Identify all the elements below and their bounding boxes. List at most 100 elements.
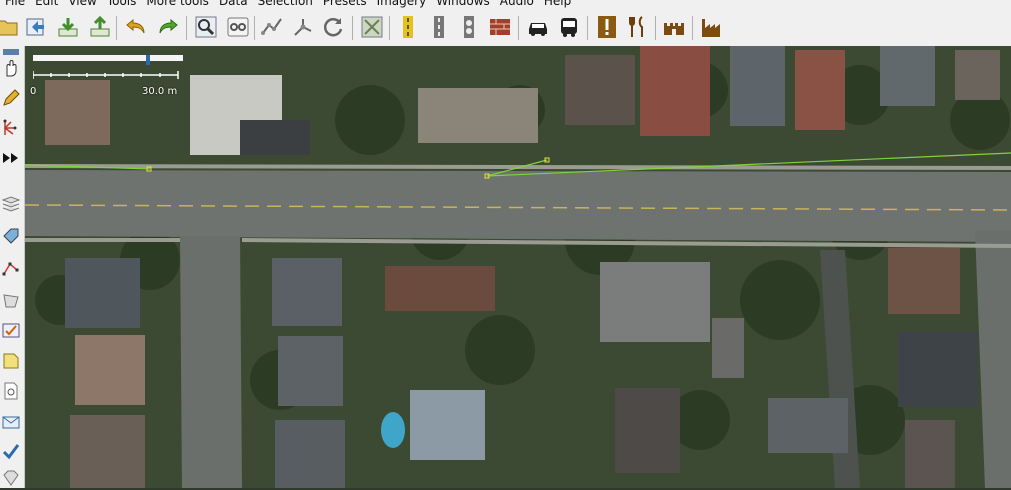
combine-button[interactable] bbox=[290, 13, 316, 41]
toolbar-separator bbox=[186, 16, 187, 40]
main-street bbox=[25, 170, 1011, 242]
playback-button[interactable] bbox=[0, 146, 22, 170]
layers-button[interactable] bbox=[359, 13, 385, 41]
zoom-button[interactable] bbox=[193, 13, 219, 41]
bus-icon bbox=[561, 18, 577, 37]
toolbar-separator bbox=[518, 16, 519, 40]
note-icon bbox=[3, 353, 19, 369]
preset-barrier-button[interactable] bbox=[487, 13, 513, 41]
download-icon bbox=[58, 18, 78, 37]
toolbar-separator bbox=[116, 16, 117, 40]
fast-forward-icon bbox=[3, 153, 18, 163]
restaurant-icon bbox=[629, 16, 643, 37]
menu-more-tools[interactable]: More tools bbox=[141, 0, 214, 8]
pencil-icon bbox=[3, 89, 20, 106]
menu-selection[interactable]: Selection bbox=[253, 0, 318, 8]
folder-icon bbox=[0, 20, 18, 36]
menu-bar: File Edit View Tools More tools Data Selection… bbox=[0, 0, 1011, 8]
preset-restaurant-button[interactable] bbox=[625, 13, 651, 41]
gem-icon bbox=[3, 470, 19, 486]
preset-road-button[interactable] bbox=[395, 13, 421, 41]
undo-button[interactable] bbox=[123, 13, 149, 41]
menu-file[interactable]: File bbox=[0, 0, 30, 8]
tool-button-10[interactable] bbox=[0, 466, 22, 490]
area-icon bbox=[3, 294, 19, 308]
barrier-icon bbox=[490, 19, 510, 35]
draw-button[interactable] bbox=[259, 13, 285, 41]
tool-button-1[interactable] bbox=[0, 192, 22, 216]
toolbar-separator bbox=[352, 16, 353, 40]
preset-industrial-button[interactable] bbox=[699, 13, 725, 41]
pan-mode-button[interactable] bbox=[0, 56, 22, 80]
scale-zero-label: 0 bbox=[30, 86, 37, 97]
warning-icon bbox=[598, 16, 616, 38]
castle-icon bbox=[664, 23, 684, 35]
combine-icon bbox=[294, 19, 312, 36]
menu-imagery[interactable]: Imagery bbox=[372, 0, 432, 8]
download-button[interactable] bbox=[55, 13, 81, 41]
tool-button-7[interactable] bbox=[0, 379, 22, 403]
document-search-icon bbox=[4, 382, 18, 400]
zoom-icon bbox=[195, 16, 217, 38]
check-icon bbox=[2, 444, 20, 460]
draw-mode-button[interactable] bbox=[0, 86, 22, 110]
select-mode-button[interactable] bbox=[0, 116, 22, 140]
preferences-button[interactable] bbox=[225, 13, 251, 41]
tool-button-6[interactable] bbox=[0, 349, 22, 373]
preset-traffic-light-button[interactable] bbox=[456, 13, 482, 41]
scale-slider-handle[interactable] bbox=[146, 55, 150, 65]
tool-button-2[interactable] bbox=[0, 224, 22, 248]
open-location-button[interactable] bbox=[23, 13, 49, 41]
stack-icon bbox=[1, 196, 21, 212]
hand-icon bbox=[6, 60, 17, 77]
map-mode-sidebar bbox=[0, 46, 25, 488]
road-marking-icon bbox=[434, 16, 444, 38]
preset-castle-button[interactable] bbox=[661, 13, 687, 41]
upload-icon bbox=[90, 15, 110, 37]
map-view[interactable] bbox=[25, 46, 1011, 488]
preset-road-marking-button[interactable] bbox=[426, 13, 452, 41]
toolbar-separator bbox=[655, 16, 656, 40]
preset-warning-button[interactable] bbox=[594, 13, 620, 41]
open-icon bbox=[26, 18, 44, 36]
menu-audio[interactable]: Audio bbox=[495, 0, 539, 8]
tool-button-8[interactable] bbox=[0, 410, 22, 434]
layers-icon bbox=[361, 16, 383, 38]
open-file-button[interactable] bbox=[0, 13, 20, 41]
scale-slider-track[interactable] bbox=[33, 55, 183, 61]
redo-icon bbox=[159, 18, 178, 34]
menu-help[interactable]: Help bbox=[539, 0, 576, 8]
preset-car-button[interactable] bbox=[525, 13, 551, 41]
toolbar-separator bbox=[587, 16, 588, 40]
upload-button[interactable] bbox=[87, 13, 113, 41]
validate-icon bbox=[2, 323, 20, 338]
node-select-icon bbox=[3, 119, 17, 135]
undo-icon bbox=[126, 18, 145, 34]
menu-edit[interactable]: Edit bbox=[30, 0, 63, 8]
menu-presets[interactable]: Presets bbox=[318, 0, 372, 8]
preset-bus-button[interactable] bbox=[556, 13, 582, 41]
toolbar-separator bbox=[254, 16, 255, 40]
menu-view[interactable]: View bbox=[63, 0, 101, 8]
tool-button-5[interactable] bbox=[0, 318, 22, 342]
main-toolbar bbox=[0, 8, 1011, 47]
swimming-pool bbox=[381, 412, 405, 448]
toolbar-separator bbox=[692, 16, 693, 40]
aerial-imagery bbox=[25, 46, 1011, 488]
scale-value-label: 30.0 m bbox=[142, 86, 178, 97]
menu-tools[interactable]: Tools bbox=[102, 0, 142, 8]
draw-icon bbox=[261, 18, 282, 35]
menu-data[interactable]: Data bbox=[214, 0, 253, 8]
side-street bbox=[180, 236, 242, 488]
traffic-light-icon bbox=[464, 16, 474, 38]
tool-button-4[interactable] bbox=[0, 288, 22, 312]
tool-button-9[interactable] bbox=[0, 440, 22, 464]
refresh-button[interactable] bbox=[320, 13, 346, 41]
toolbar-separator bbox=[389, 16, 390, 40]
menu-windows[interactable]: Windows bbox=[431, 0, 495, 8]
nodes-icon bbox=[2, 262, 19, 276]
refresh-icon bbox=[323, 18, 343, 37]
car-icon bbox=[529, 23, 547, 36]
tool-button-3[interactable] bbox=[0, 256, 22, 280]
redo-button[interactable] bbox=[155, 13, 181, 41]
